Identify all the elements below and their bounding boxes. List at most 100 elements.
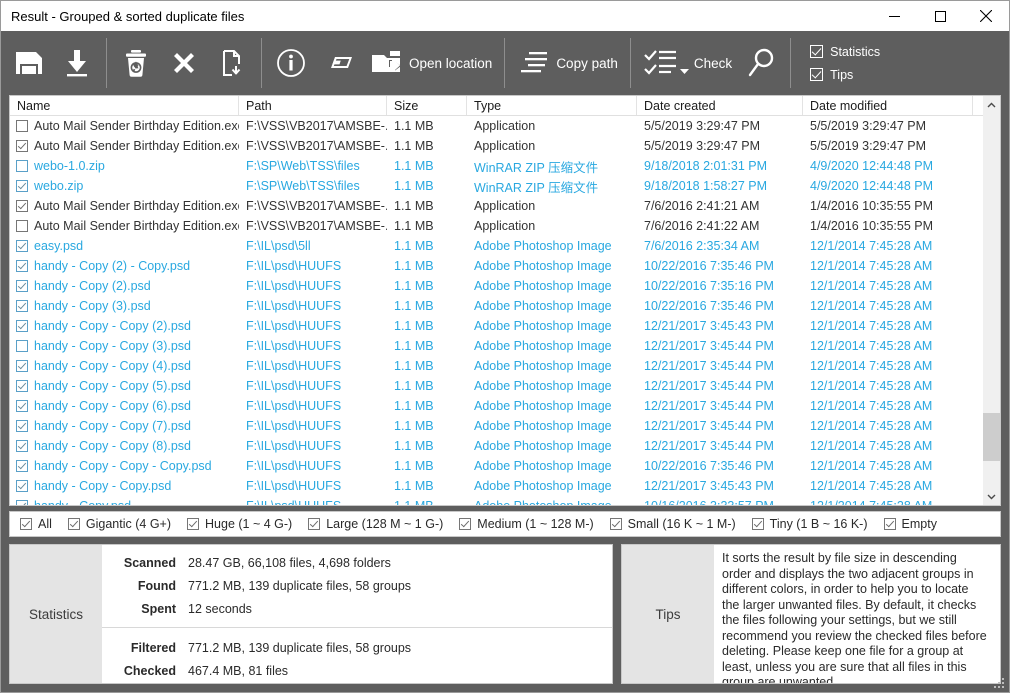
cell-size: 1.1 MB [394,379,434,393]
row-checkbox[interactable] [16,400,28,412]
bottom-panels: Statistics Scanned 28.47 GB, 66,108 files… [9,544,1001,684]
row-checkbox[interactable] [16,360,28,372]
cell-name: Auto Mail Sender Birthday Edition.exe [10,119,239,133]
toggle-tips[interactable]: Tips [810,68,880,82]
move-button[interactable] [208,38,256,88]
filter-checkbox[interactable] [20,518,32,530]
copy-path-button[interactable]: Copy path [510,38,625,88]
row-checkbox[interactable] [16,160,28,172]
info-button[interactable] [267,38,315,88]
row-checkbox[interactable] [16,380,28,392]
column-header-type[interactable]: Type [467,96,637,115]
preview-button[interactable] [315,38,363,88]
table-row[interactable]: handy - Copy - Copy.psd F:\IL\psd\HUUFS 1.… [10,476,1000,496]
row-checkbox[interactable] [16,180,28,192]
row-checkbox[interactable] [16,220,28,232]
scrollbar-track[interactable] [983,113,1000,488]
statistics-panel-label: Statistics [10,545,102,683]
table-row[interactable]: webo-1.0.zip F:\SP\Web\TSS\files 1.1 MB Win… [10,156,1000,176]
vertical-scrollbar[interactable] [983,96,1000,505]
close-button[interactable] [963,1,1009,31]
cell-path: F:\IL\psd\HUUFS [246,299,342,313]
filter-large[interactable]: Large (128 M ~ 1 G-) [308,517,443,531]
filter-medium[interactable]: Medium (1 ~ 128 M-) [459,517,594,531]
copy-path-label: Copy path [556,55,618,71]
table-row[interactable]: easy.psd F:\IL\psd\5ll 1.1 MB Adobe Photosh… [10,236,1000,256]
row-checkbox[interactable] [16,500,28,505]
column-header-date-created[interactable]: Date created [637,96,803,115]
minimize-button[interactable] [871,1,917,31]
table-row[interactable]: handy - Copy - Copy (6).psd F:\IL\psd\HUU… [10,396,1000,416]
cell-date-created: 9/18/2018 1:58:27 PM [644,179,768,193]
export-button[interactable] [53,38,101,88]
filter-small[interactable]: Small (16 K ~ 1 M-) [609,517,736,531]
maximize-button[interactable] [917,1,963,31]
search-button[interactable] [739,38,785,88]
cell-name: Auto Mail Sender Birthday Edition.exe [10,219,239,233]
table-row[interactable]: handy - Copy - Copy (4).psd F:\IL\psd\HUU… [10,356,1000,376]
file-rows-container[interactable]: Auto Mail Sender Birthday Edition.exe F:\… [10,116,1000,505]
row-checkbox[interactable] [16,480,28,492]
row-checkbox[interactable] [16,260,28,272]
filter-empty[interactable]: Empty [883,517,937,531]
tips-checkbox[interactable] [810,68,824,81]
scroll-up-button[interactable] [983,96,1000,113]
column-header-name[interactable]: Name [10,96,239,115]
column-header-date-modified[interactable]: Date modified [803,96,973,115]
cell-name: handy - Copy (3).psd [10,299,239,313]
filter-checkbox[interactable] [609,518,622,530]
row-checkbox[interactable] [16,440,28,452]
filter-checkbox[interactable] [187,518,200,530]
check-button[interactable]: Check [636,38,739,88]
row-checkbox[interactable] [16,460,28,472]
filter-all[interactable]: All [20,517,52,531]
filter-checkbox[interactable] [751,518,764,530]
table-row[interactable]: handy - Copy - Copy (3).psd F:\IL\psd\HUU… [10,336,1000,356]
recycle-button[interactable] [112,38,160,88]
table-row[interactable]: Auto Mail Sender Birthday Edition.exe F:\… [10,116,1000,136]
filter-checkbox[interactable] [67,518,80,530]
scrollbar-thumb[interactable] [983,413,1000,461]
filter-checkbox[interactable] [308,518,321,530]
table-row[interactable]: handy - Copy (2).psd F:\IL\psd\HUUFS 1.1 M… [10,276,1000,296]
row-checkbox[interactable] [16,340,28,352]
filter-checkbox[interactable] [883,518,896,530]
delete-button[interactable] [160,38,208,88]
table-row[interactable]: handy - Copy (3).psd F:\IL\psd\HUUFS 1.1 M… [10,296,1000,316]
table-row[interactable]: Auto Mail Sender Birthday Edition.exe F:\… [10,136,1000,156]
table-row[interactable]: handy - Copy - Copy (7).psd F:\IL\psd\HUU… [10,416,1000,436]
statistics-checkbox[interactable] [810,45,824,58]
save-button[interactable] [5,38,53,88]
row-checkbox[interactable] [16,420,28,432]
row-checkbox[interactable] [16,200,28,212]
cell-name: handy - Copy - Copy (4).psd [10,359,239,373]
filter-checkbox[interactable] [459,518,472,530]
table-row[interactable]: handy - Copy - Copy (5).psd F:\IL\psd\HUU… [10,376,1000,396]
column-header-path[interactable]: Path [239,96,387,115]
table-row[interactable]: handy - Copy - Copy (2).psd F:\IL\psd\HUU… [10,316,1000,336]
cell-size: 1.1 MB [394,319,434,333]
filter-tiny[interactable]: Tiny (1 B ~ 16 K-) [751,517,868,531]
row-checkbox[interactable] [16,300,28,312]
row-checkbox[interactable] [16,120,28,132]
table-row[interactable]: webo.zip F:\SP\Web\TSS\files 1.1 MB WinRAR … [10,176,1000,196]
cell-type: Adobe Photoshop Image [474,459,612,473]
toggle-statistics[interactable]: Statistics [810,45,880,59]
row-checkbox[interactable] [16,240,28,252]
column-header-size[interactable]: Size [387,96,467,115]
statistics-row: Spent 12 seconds [102,597,612,620]
row-checkbox[interactable] [16,280,28,292]
row-checkbox[interactable] [16,140,28,152]
row-checkbox[interactable] [16,320,28,332]
table-row[interactable]: handy - Copy.psd F:\IL\psd\HUUFS1.1 MBAdo… [10,496,1000,505]
resize-grip[interactable] [994,678,1006,690]
table-row[interactable]: handy - Copy - Copy (8).psd F:\IL\psd\HUU… [10,436,1000,456]
table-row[interactable]: handy - Copy - Copy - Copy.psd F:\IL\psd\… [10,456,1000,476]
table-row[interactable]: Auto Mail Sender Birthday Edition.exe F:\… [10,216,1000,236]
scroll-down-button[interactable] [983,488,1000,505]
table-row[interactable]: handy - Copy (2) - Copy.psd F:\IL\psd\HUU… [10,256,1000,276]
open-location-button[interactable]: Open location [363,38,499,88]
filter-huge[interactable]: Huge (1 ~ 4 G-) [187,517,292,531]
table-row[interactable]: Auto Mail Sender Birthday Edition.exe F:\… [10,196,1000,216]
filter-gigantic[interactable]: Gigantic (4 G+) [67,517,171,531]
